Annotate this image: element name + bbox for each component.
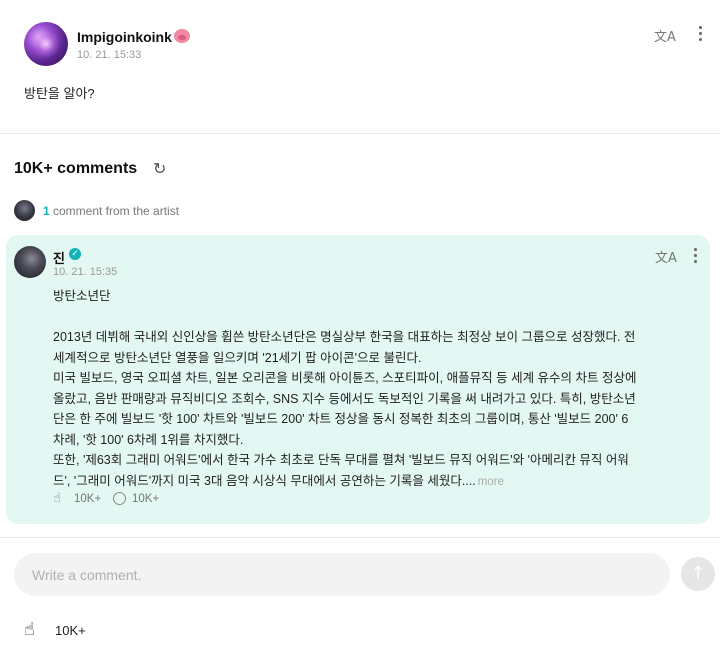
artist-comment-label: comment from the artist: [53, 204, 180, 218]
author-avatar[interactable]: [24, 22, 68, 66]
artist-comment-card: 진 ✓ 10. 21. 15:35 文A 방탄소년단 2013년 데뷔해 국내외…: [6, 235, 710, 524]
comment-author[interactable]: 진: [53, 248, 65, 267]
comment-line: 세계적으로 방탄소년단 열풍을 일으키며 '21세기 팝 아이콘'으로 불린다.: [53, 350, 422, 365]
comment-line-last: 드', '그래미 어워드'까지 미국 3대 음악 시상식 무대에서 공연하는 기…: [53, 471, 693, 493]
comment-line: [53, 307, 693, 328]
comment-line: 방탄소년단: [53, 289, 111, 303]
artist-avatar: [14, 200, 35, 221]
comment-line: 차례, '핫 100' 6차례 1위를 차지했다.: [53, 432, 244, 447]
like-hand-icon[interactable]: ☝: [53, 491, 71, 507]
post-like-count: 10K+: [55, 623, 86, 638]
post-author[interactable]: Impigoinkoink: [77, 28, 190, 45]
post-date: 10. 21. 15:33: [77, 49, 142, 61]
comments-title: 10K+ comments: [14, 160, 138, 177]
comment-like-count: 10K+: [74, 493, 102, 505]
like-hand-icon[interactable]: ☝: [24, 619, 35, 640]
comment-reply-count: 10K+: [132, 493, 160, 505]
comment-input[interactable]: [14, 553, 670, 596]
post-header: Impigoinkoink 10. 21. 15:33: [24, 22, 696, 68]
comment-date: 10. 21. 15:35: [53, 266, 118, 278]
more-link[interactable]: more: [478, 476, 504, 488]
comment-line: 올랐고, 음반 판매량과 뮤직비디오 조회수, SNS 지수 등에서도 독보적인…: [53, 391, 636, 406]
comment-line: 2013년 데뷔해 국내외 신인상을 휩쓴 방탄소년단은 명실상부 한국을 대표…: [53, 330, 636, 344]
comment-input-wrapper: [14, 553, 670, 596]
translate-icon[interactable]: 文A: [655, 247, 677, 266]
more-vertical-icon[interactable]: [699, 26, 703, 42]
post-author-name[interactable]: Impigoinkoink: [77, 29, 172, 45]
divider: [0, 537, 720, 538]
comment-body: 방탄소년단 2013년 데뷔해 국내외 신인상을 휩쓴 방탄소년단은 명실상부 …: [53, 286, 693, 492]
translate-icon[interactable]: 文A: [654, 26, 676, 45]
refresh-icon[interactable]: ↻: [153, 159, 166, 178]
comment-author-avatar[interactable]: [14, 246, 46, 278]
more-vertical-icon[interactable]: [694, 248, 698, 264]
post-body: 방탄을 알아?: [24, 86, 95, 101]
reply-bubble-icon[interactable]: [113, 492, 126, 505]
comment-line: 미국 빌보드, 영국 오피셜 차트, 일본 오리콘을 비롯해 아이튠즈, 스포티…: [53, 371, 637, 385]
comment-line-text: 드', '그래미 어워드'까지 미국 3대 음악 시상식 무대에서 공연하는 기…: [53, 473, 476, 488]
comment-line: 또한, '제63회 그래미 어워드'에서 한국 가수 최초로 단독 무대를 펼쳐…: [53, 453, 629, 467]
divider: [0, 133, 720, 134]
verified-icon: ✓: [69, 248, 81, 260]
send-button[interactable]: ↑: [681, 557, 715, 591]
artist-comment-count: 1: [43, 204, 50, 218]
comment-line: 단은 한 주에 빌보드 '핫 100' 차트와 '빌보드 200' 차트 정상을…: [53, 412, 629, 426]
pig-face-icon: [173, 29, 190, 43]
